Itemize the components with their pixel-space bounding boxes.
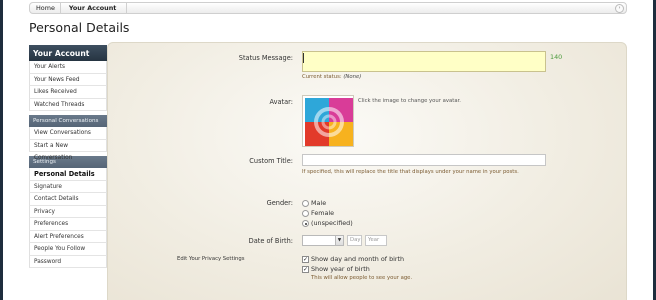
chevron-down-icon: ▼	[335, 236, 343, 245]
sidebar-item-watched-threads[interactable]: Watched Threads	[29, 98, 107, 111]
sidebar-item-view-conversations[interactable]: View Conversations	[29, 127, 107, 140]
sidebar-item-contact-details[interactable]: Contact Details	[29, 193, 107, 206]
sidebar-item-people-you-follow[interactable]: People You Follow	[29, 243, 107, 256]
gender-label: Gender:	[266, 199, 293, 207]
avatar-label: Avatar:	[269, 98, 293, 106]
chevron-right-icon[interactable]: ›	[615, 4, 624, 13]
show-year-hint: This will allow people to see your age.	[311, 275, 413, 281]
dob-year-input[interactable]: Year	[365, 235, 387, 246]
avatar-hint: Click the image to change your avatar.	[358, 98, 461, 104]
dob-month-select[interactable]: ▼	[302, 235, 344, 246]
status-character-counter: 140	[550, 53, 563, 61]
show-year-checkbox[interactable]: ✓	[302, 266, 309, 273]
gender-unspecified-label[interactable]: (unspecified)	[311, 219, 353, 227]
dob-day-input[interactable]: Day	[347, 235, 362, 246]
sidebar-item-likes-received[interactable]: Likes Received	[29, 86, 107, 99]
current-status-prefix: Current status:	[302, 74, 342, 80]
gender-male-label[interactable]: Male	[311, 199, 326, 207]
window-edge-left	[0, 0, 3, 300]
sidebar-item-signature[interactable]: Signature	[29, 180, 107, 193]
show-day-month-checkbox[interactable]: ✓	[302, 256, 309, 263]
sidebar-header[interactable]: Your Account	[29, 45, 107, 61]
custom-title-input[interactable]	[302, 154, 546, 166]
show-day-month-label[interactable]: Show day and month of birth	[311, 255, 404, 263]
custom-title-label: Custom Title:	[249, 157, 293, 165]
custom-title-hint: If specified, this will replace the titl…	[302, 169, 519, 175]
breadcrumb: Home Your Account ›	[29, 2, 627, 14]
gender-female-radio[interactable]	[302, 210, 309, 217]
gender-unspecified-radio[interactable]	[302, 220, 309, 227]
text-cursor	[303, 53, 304, 63]
avatar-swirl-icon	[314, 107, 344, 137]
gender-male-radio[interactable]	[302, 200, 309, 207]
sidebar-item-preferences[interactable]: Preferences	[29, 218, 107, 231]
privacy-settings-label: Edit Your Privacy Settings	[177, 256, 245, 262]
breadcrumb-your-account[interactable]: Your Account	[61, 2, 128, 14]
gender-female-label[interactable]: Female	[311, 209, 334, 217]
breadcrumb-home[interactable]: Home	[30, 2, 61, 14]
dob-label: Date of Birth:	[248, 237, 293, 245]
sidebar-item-password[interactable]: Password	[29, 255, 107, 268]
sidebar-section-conversations[interactable]: Personal Conversations	[29, 115, 107, 127]
status-message-label: Status Message:	[238, 54, 293, 62]
current-status-line: Current status: (None)	[302, 74, 361, 80]
status-message-input[interactable]	[302, 51, 546, 72]
account-sidebar: Your Account Your Alerts Your News Feed …	[29, 45, 107, 268]
sidebar-item-your-alerts[interactable]: Your Alerts	[29, 61, 107, 74]
sidebar-item-personal-details[interactable]: Personal Details	[29, 168, 107, 181]
page-title: Personal Details	[29, 20, 130, 35]
sidebar-item-alert-preferences[interactable]: Alert Preferences	[29, 230, 107, 243]
sidebar-item-start-conversation[interactable]: Start a New Conversation	[29, 139, 107, 161]
current-status-value: (None)	[343, 74, 362, 80]
show-year-label[interactable]: Show year of birth	[311, 265, 370, 273]
sidebar-item-news-feed[interactable]: Your News Feed	[29, 73, 107, 86]
sidebar-item-privacy[interactable]: Privacy	[29, 205, 107, 218]
avatar-image[interactable]	[302, 95, 354, 147]
